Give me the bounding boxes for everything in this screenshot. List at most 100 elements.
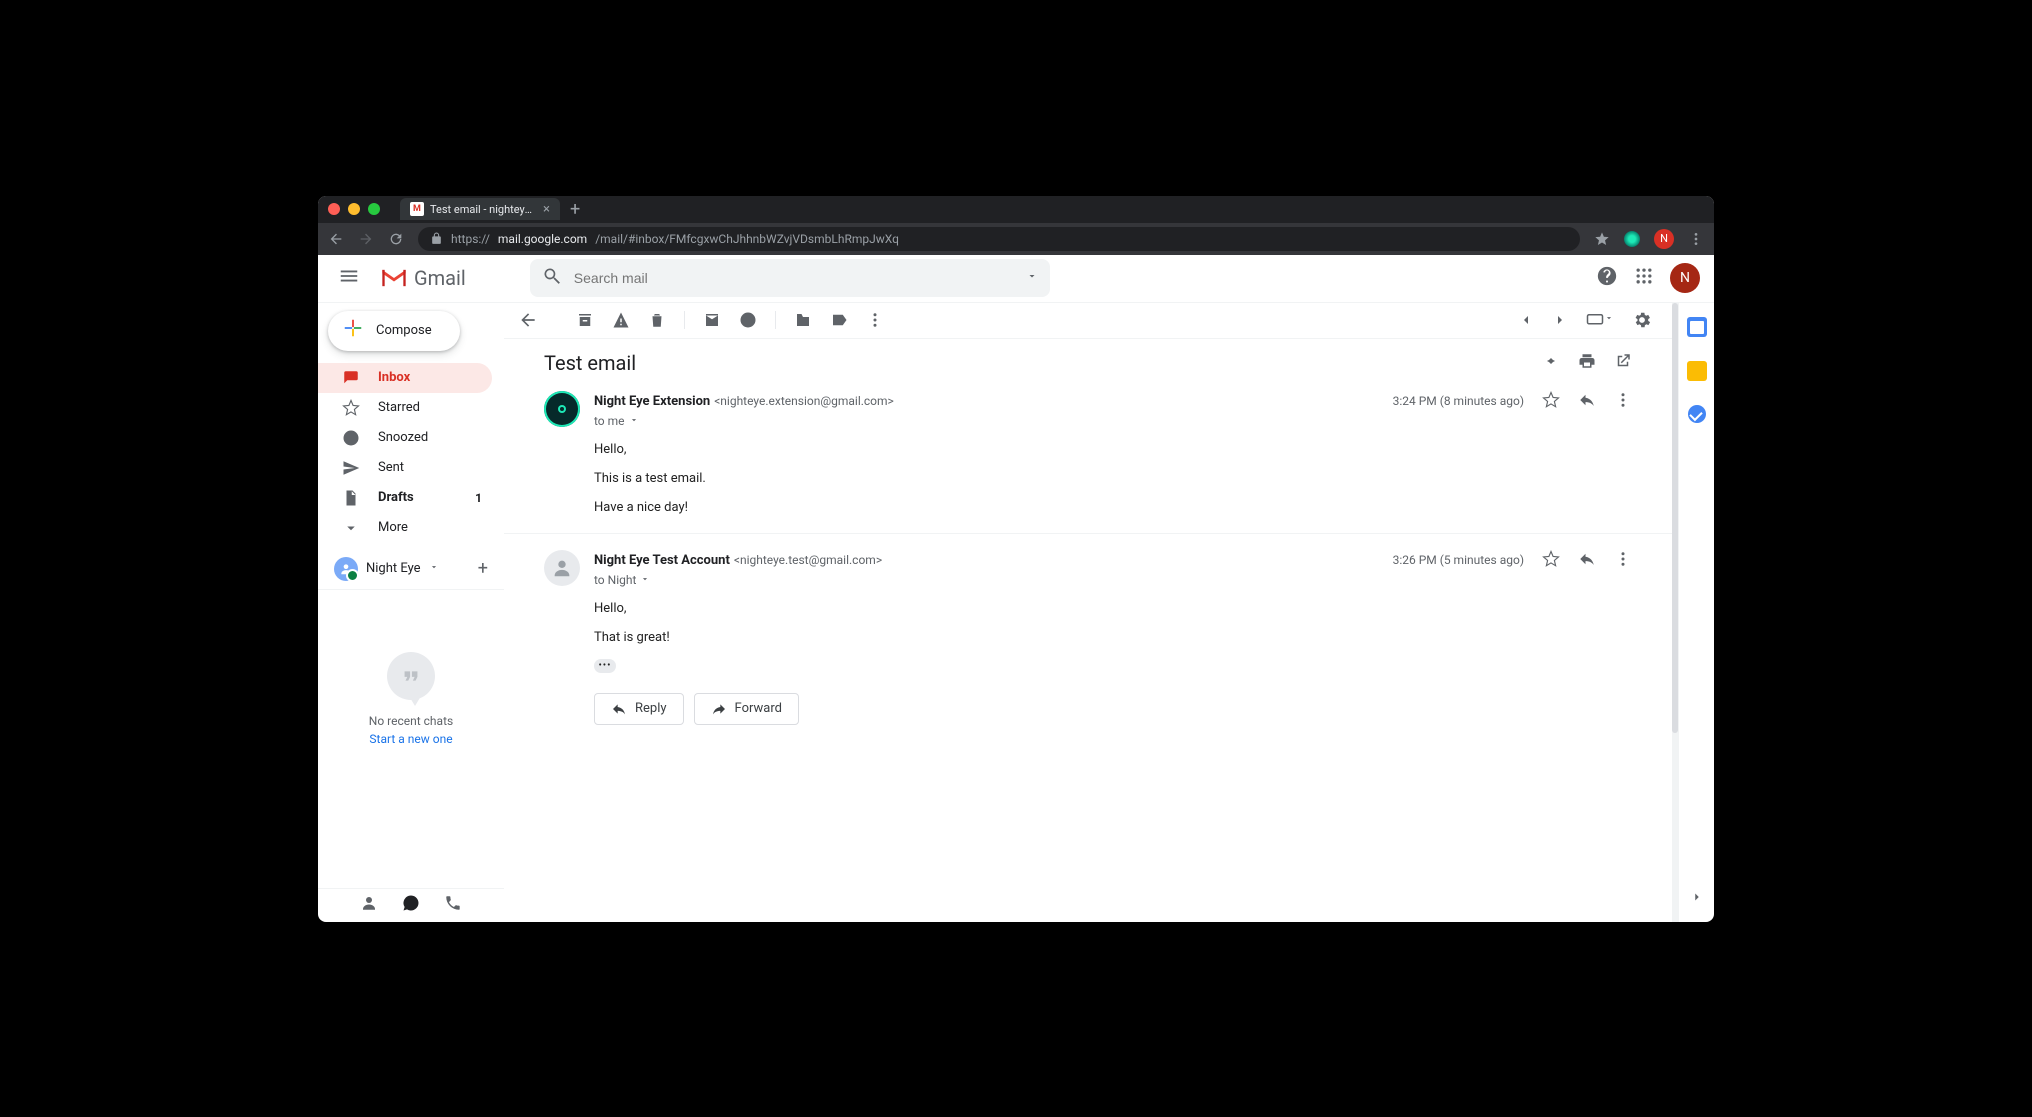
sidebar-item-label: Snoozed — [378, 430, 428, 445]
compose-label: Compose — [376, 323, 432, 338]
sender-avatar[interactable] — [544, 550, 580, 586]
nav-back-button[interactable] — [328, 231, 344, 247]
hangouts-user-row[interactable]: Night Eye + — [318, 549, 504, 590]
delete-button[interactable] — [642, 305, 672, 335]
hangouts-contacts-icon[interactable] — [360, 894, 378, 916]
sidebar-item-label: Drafts — [378, 490, 414, 505]
new-chat-button[interactable]: + — [478, 558, 488, 579]
star-message-icon[interactable] — [1542, 550, 1560, 571]
url-path: /mail/#inbox/FMfcgxwChJhhnbWZvjVDsmbLhRm… — [595, 232, 899, 246]
report-spam-button[interactable] — [606, 305, 636, 335]
window-maximize-button[interactable] — [368, 203, 380, 215]
prev-page-button[interactable] — [1512, 306, 1540, 334]
calendar-addon-icon[interactable] — [1687, 317, 1707, 337]
sidebar-item-inbox[interactable]: Inbox — [318, 363, 492, 393]
keep-addon-icon[interactable] — [1687, 361, 1707, 381]
sender-name[interactable]: Night Eye Extension — [594, 394, 710, 409]
input-tools-button[interactable] — [1580, 307, 1620, 333]
inbox-icon — [342, 369, 360, 387]
sidebar-item-label: More — [378, 520, 408, 535]
url-protocol: https:// — [451, 232, 490, 246]
main-menu-button[interactable] — [332, 259, 366, 297]
show-details-icon[interactable] — [640, 573, 650, 587]
open-new-window-icon[interactable] — [1614, 352, 1632, 374]
chevron-down-icon — [342, 519, 360, 537]
browser-tab[interactable]: M Test email - nighteye.test@gm… × — [400, 198, 560, 220]
browser-menu-button[interactable] — [1688, 231, 1704, 247]
sidebar-item-starred[interactable]: Starred — [318, 393, 492, 423]
compose-button[interactable]: Compose — [328, 311, 460, 351]
sender-name[interactable]: Night Eye Test Account — [594, 553, 730, 568]
sidebar-footer — [318, 888, 504, 922]
nav-forward-button[interactable] — [358, 231, 374, 247]
search-options-icon[interactable] — [1026, 270, 1038, 286]
gmail-logo[interactable]: Gmail — [380, 266, 466, 290]
next-page-button[interactable] — [1546, 306, 1574, 334]
hangouts-phone-icon[interactable] — [444, 894, 462, 916]
email-message: Night Eye Extension <nighteye.extension@… — [544, 375, 1632, 515]
hangouts-dropdown-icon[interactable] — [429, 561, 439, 576]
nav-reload-button[interactable] — [388, 231, 404, 247]
new-tab-button[interactable]: + — [570, 199, 580, 220]
send-icon — [342, 459, 360, 477]
sidebar-item-snoozed[interactable]: Snoozed — [318, 423, 492, 453]
reply-button[interactable]: Reply — [594, 693, 684, 725]
more-actions-button[interactable] — [860, 305, 890, 335]
forward-button[interactable]: Forward — [694, 693, 799, 725]
reply-icon[interactable] — [1578, 391, 1596, 412]
sidebar-item-more[interactable]: More — [318, 513, 492, 543]
move-to-button[interactable] — [788, 305, 818, 335]
show-details-icon[interactable] — [629, 414, 639, 428]
search-input[interactable] — [574, 270, 1014, 286]
hangouts-avatar — [334, 557, 358, 581]
tasks-addon-icon[interactable] — [1688, 405, 1706, 423]
reply-icon[interactable] — [1578, 550, 1596, 571]
sidebar-item-drafts[interactable]: Drafts 1 — [318, 483, 492, 513]
search-box[interactable] — [530, 259, 1050, 297]
window-minimize-button[interactable] — [348, 203, 360, 215]
start-new-chat-link[interactable]: Start a new one — [369, 732, 452, 746]
bookmark-star-icon[interactable] — [1594, 231, 1610, 247]
hangouts-chat-icon[interactable] — [402, 894, 420, 916]
apps-grid-button[interactable] — [1634, 266, 1654, 290]
sender-email: <nighteye.extension@gmail.com> — [714, 394, 894, 408]
reply-label: Reply — [635, 701, 667, 716]
file-icon — [342, 489, 360, 507]
snooze-button[interactable] — [733, 305, 763, 335]
mark-unread-button[interactable] — [697, 305, 727, 335]
gmail-favicon: M — [410, 202, 424, 216]
star-message-icon[interactable] — [1542, 391, 1560, 412]
forward-label: Forward — [735, 701, 782, 716]
support-button[interactable] — [1596, 265, 1618, 291]
email-message: Night Eye Test Account <nighteye.test@gm… — [544, 534, 1632, 673]
message-more-icon[interactable] — [1614, 550, 1632, 571]
account-avatar[interactable]: N — [1670, 263, 1700, 293]
tab-close-icon[interactable]: × — [543, 202, 550, 217]
night-eye-extension-icon[interactable] — [1624, 231, 1640, 247]
side-panel-toggle-icon[interactable] — [1690, 890, 1704, 908]
hangouts-empty-state: No recent chats Start a new one — [318, 590, 504, 888]
browser-profile-avatar[interactable]: N — [1654, 229, 1674, 249]
window-close-button[interactable] — [328, 203, 340, 215]
print-icon[interactable] — [1578, 352, 1596, 374]
url-field[interactable]: https://mail.google.com/mail/#inbox/FMfc… — [418, 227, 1580, 251]
search-icon[interactable] — [542, 266, 562, 290]
recipient-label: to Night — [594, 573, 636, 587]
show-trimmed-content-button[interactable]: ••• — [594, 659, 616, 673]
reply-forward-bar: Reply Forward — [594, 693, 1632, 725]
collapse-all-icon[interactable] — [1542, 352, 1560, 374]
sidebar-item-label: Starred — [378, 400, 420, 415]
scrollbar[interactable] — [1672, 303, 1678, 922]
message-toolbar — [504, 303, 1672, 339]
settings-button[interactable] — [1626, 304, 1658, 336]
message-more-icon[interactable] — [1614, 391, 1632, 412]
archive-button[interactable] — [570, 305, 600, 335]
browser-address-bar: https://mail.google.com/mail/#inbox/FMfc… — [318, 223, 1714, 255]
gmail-logo-icon — [380, 267, 408, 289]
sender-avatar[interactable] — [544, 391, 580, 427]
sidebar-item-sent[interactable]: Sent — [318, 453, 492, 483]
back-button[interactable] — [512, 304, 544, 336]
recipient-label: to me — [594, 414, 625, 428]
labels-button[interactable] — [824, 305, 854, 335]
no-recent-chats-label: No recent chats — [369, 714, 453, 728]
